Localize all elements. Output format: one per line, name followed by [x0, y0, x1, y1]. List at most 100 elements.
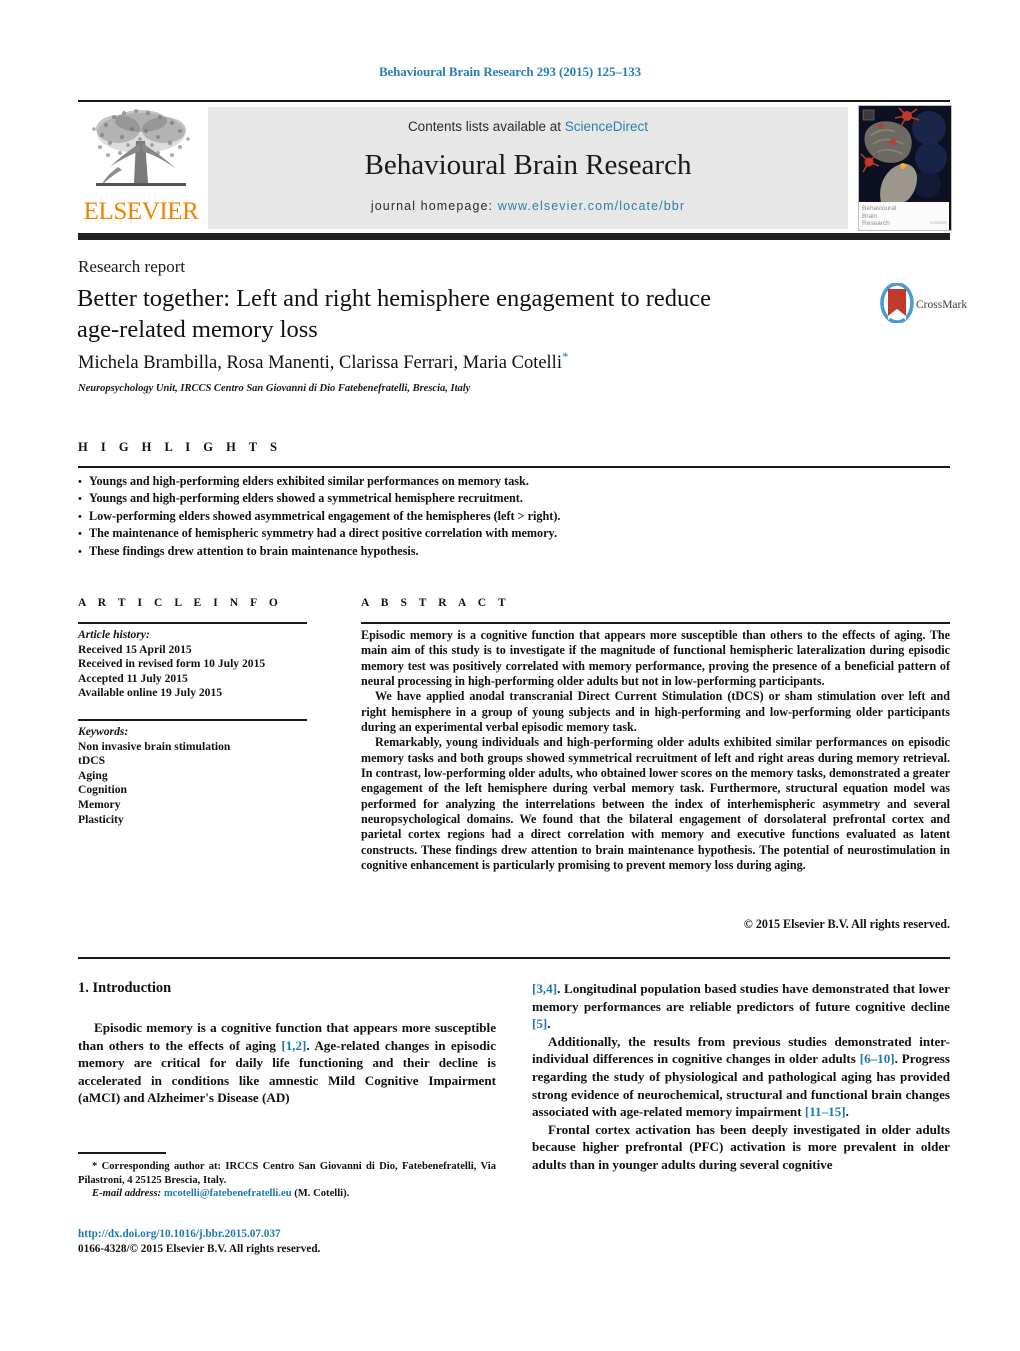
article-page: Behavioural Brain Research 293 (2015) 12… — [0, 0, 1020, 1351]
homepage-prefix: journal homepage: — [370, 199, 498, 213]
body-column-right: [3,4]. Longitudinal population based stu… — [532, 980, 950, 1174]
abstract-rule — [361, 622, 950, 624]
crossmark-icon — [880, 282, 914, 324]
email-link[interactable]: mcotelli@fatebenefratelli.eu — [164, 1188, 292, 1199]
abstract-paragraph: Remarkably, young individuals and high-p… — [361, 735, 950, 873]
crossmark-badge[interactable]: CrossMark — [880, 282, 967, 333]
paragraph-text: . — [547, 1016, 551, 1032]
highlight-item: • These findings drew attention to brain … — [78, 543, 950, 560]
cover-caption-fineprint: ELSEVIER — [930, 221, 947, 226]
keyword-item: Memory — [78, 797, 121, 811]
highlight-text: The maintenance of hemispheric symmetry … — [89, 526, 558, 541]
journal-title: Behavioural Brain Research — [364, 149, 692, 181]
bullet-icon: • — [78, 493, 82, 506]
email-note: E-mail address: mcotelli@fatebenefratell… — [78, 1187, 496, 1201]
highlight-text: Low-performing elders showed asymmetrica… — [89, 508, 561, 523]
keyword-item: Aging — [78, 768, 108, 782]
journal-header-box: Contents lists available at ScienceDirec… — [208, 107, 848, 229]
masthead-top-rule — [78, 100, 950, 102]
citation-ref[interactable]: [5] — [532, 1016, 547, 1031]
paragraph-text: . Longitudinal population based studies … — [532, 981, 950, 1014]
article-history-block: Article history: Received 15 April 2015 … — [78, 628, 313, 701]
footnote-rule — [78, 1152, 166, 1154]
keywords-block: Keywords: Non invasive brain stimulation… — [78, 725, 313, 827]
highlight-text: Youngs and high-performing elders showed… — [89, 491, 523, 506]
paragraph-text: . — [845, 1104, 849, 1120]
body-paragraph: Additionally, the results from previous … — [532, 1033, 950, 1121]
article-info-header: A R T I C L E I N F O — [78, 597, 283, 609]
bullet-icon: • — [78, 528, 82, 541]
abstract-body: Episodic memory is a cognitive function … — [361, 628, 950, 874]
citation-ref[interactable]: [11–15] — [805, 1104, 846, 1119]
footnote-block: * Corresponding author at: IRCCS Centro … — [78, 1160, 496, 1201]
journal-masthead: ELSEVIER Contents lists available at Sci… — [78, 100, 952, 232]
highlight-item: • Youngs and high-performing elders exhib… — [78, 473, 950, 490]
footnote-text: Corresponding author at: IRCCS Centro Sa… — [78, 1161, 496, 1186]
abstract-copyright: © 2015 Elsevier B.V. All rights reserved… — [743, 917, 950, 931]
highlight-item: • The maintenance of hemispheric symmetry… — [78, 525, 950, 542]
highlight-text: These findings drew attention to brain m… — [89, 543, 419, 558]
elsevier-wordmark: ELSEVIER — [83, 198, 199, 225]
keyword-item: tDCS — [78, 754, 106, 768]
corresponding-author-note: * Corresponding author at: IRCCS Centro … — [78, 1160, 496, 1187]
highlights-rule — [78, 466, 950, 468]
elsevier-tree-icon — [92, 109, 190, 186]
title-line-1: Better together: Left and right hemisphe… — [77, 285, 712, 312]
body-paragraph: [3,4]. Longitudinal population based stu… — [532, 980, 950, 1033]
article-history-label: Article history: — [78, 628, 150, 641]
abstract-paragraph: Episodic memory is a cognitive function … — [361, 628, 950, 689]
highlight-text: Youngs and high-performing elders exhibi… — [89, 474, 529, 488]
body-separator-rule — [78, 957, 950, 960]
section-heading-introduction: 1. Introduction — [78, 980, 172, 996]
page-title: Better together: Left and right hemisphe… — [77, 283, 817, 345]
body-paragraph: Episodic memory is a cognitive function … — [78, 1019, 496, 1107]
issn-copyright-line: 0166-4328/© 2015 Elsevier B.V. All right… — [78, 1243, 321, 1255]
contents-prefix: Contents lists available at — [407, 119, 565, 134]
title-line-2: age-related memory loss — [77, 316, 318, 343]
body-column-left: 1. Introduction Episodic memory is a cog… — [78, 980, 496, 1107]
body-paragraph: Frontal cortex activation has been deepl… — [532, 1121, 950, 1172]
doi-link[interactable]: http://dx.doi.org/10.1016/j.bbr.2015.07.… — [78, 1228, 281, 1240]
email-suffix: (M. Cotelli). — [291, 1188, 350, 1200]
abstract-header: A B S T R A C T — [361, 597, 511, 609]
bullet-icon: • — [78, 545, 82, 558]
affiliation: Neuropsychology Unit, IRCCS Centro San G… — [78, 383, 471, 394]
abstract-paragraph: We have applied anodal transcranial Dire… — [361, 689, 950, 735]
author-list: Michela Brambilla, Rosa Manenti, Clariss… — [78, 349, 858, 374]
highlights-list: • Youngs and high-performing elders exhib… — [78, 473, 950, 560]
highlight-item: • Youngs and high-performing elders showe… — [78, 490, 950, 507]
running-head: Behavioural Brain Research 293 (2015) 12… — [378, 64, 642, 79]
journal-homepage-line: journal homepage: www.elsevier.com/locat… — [208, 199, 848, 213]
bullet-icon: • — [78, 476, 82, 488]
cover-caption: Behavioural Brain Research ELSEVIER — [859, 202, 949, 230]
keyword-item: Plasticity — [78, 812, 124, 826]
crossmark-label: CrossMark — [916, 299, 968, 311]
highlight-item: • Low-performing elders showed asymmetric… — [78, 508, 950, 525]
keywords-label: Keywords: — [78, 725, 129, 738]
citation-ref[interactable]: [6–10] — [860, 1051, 895, 1066]
sciencedirect-link[interactable]: ScienceDirect — [565, 119, 648, 134]
citation-ref[interactable]: [3,4] — [532, 981, 557, 996]
highlights-header: H I G H L I G H T S — [78, 440, 282, 454]
cover-caption-line1: Behavioural — [862, 205, 897, 212]
article-history-item: Accepted 11 July 2015 — [78, 671, 188, 685]
article-history-item: Available online 19 July 2015 — [78, 686, 223, 700]
article-history-item: Received 15 April 2015 — [78, 642, 192, 656]
article-type-label: Research report — [78, 257, 186, 276]
journal-homepage-link[interactable]: www.elsevier.com/locate/bbr — [498, 199, 685, 213]
keywords-rule — [78, 719, 307, 721]
keyword-item: Cognition — [78, 783, 127, 797]
cover-caption-line2: Brain — [862, 212, 878, 220]
bullet-icon: • — [78, 510, 82, 523]
corresponding-author-marker[interactable]: * — [562, 349, 569, 364]
journal-cover-thumbnail[interactable]: Behavioural Brain Research ELSEVIER — [858, 105, 952, 231]
masthead-bottom-bar — [78, 233, 950, 240]
cover-artwork-icon — [859, 106, 949, 202]
email-label: E-mail address: — [92, 1188, 162, 1200]
citation-ref[interactable]: [1,2] — [281, 1038, 306, 1053]
keyword-item: Non invasive brain stimulation — [78, 739, 231, 753]
author-names: Michela Brambilla, Rosa Manenti, Clariss… — [78, 353, 562, 374]
article-info-rule — [78, 622, 307, 624]
contents-lists-line: Contents lists available at ScienceDirec… — [208, 119, 848, 134]
elsevier-logo: ELSEVIER — [80, 107, 202, 229]
